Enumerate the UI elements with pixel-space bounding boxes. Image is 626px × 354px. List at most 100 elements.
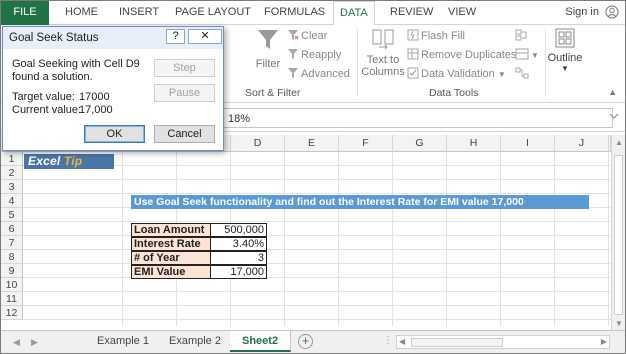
- step-button[interactable]: Step: [154, 59, 215, 77]
- cancel-button[interactable]: Cancel: [154, 125, 215, 143]
- horizontal-scroll-thumb[interactable]: [411, 338, 503, 347]
- scroll-left-icon[interactable]: ◀: [399, 337, 405, 346]
- advanced-button[interactable]: Advanced: [287, 67, 350, 80]
- remove-duplicates-icon: [407, 48, 419, 60]
- tab-file[interactable]: FILE: [1, 1, 49, 25]
- sort-filter-group-label: Sort & Filter: [245, 87, 301, 99]
- reapply-button[interactable]: Reapply: [287, 48, 341, 61]
- cell-label[interactable]: Interest Rate: [131, 237, 211, 251]
- outline-label: Outline: [547, 52, 583, 64]
- row-header-4[interactable]: 4: [1, 194, 23, 208]
- row-header-9[interactable]: 9: [1, 264, 23, 278]
- what-if-dropdown-icon: ▼: [531, 51, 539, 60]
- row-header-11[interactable]: 11: [1, 292, 23, 306]
- tab-formulas[interactable]: FORMULAS: [264, 6, 325, 18]
- horizontal-scrollbar[interactable]: ◀ ▶: [396, 335, 610, 349]
- row-header-8[interactable]: 8: [1, 250, 23, 264]
- tab-home[interactable]: HOME: [65, 6, 98, 18]
- consolidate-button[interactable]: [515, 29, 531, 42]
- flash-fill-label: Flash Fill: [421, 30, 466, 42]
- cell-value[interactable]: 500,000: [210, 223, 267, 237]
- outline-button[interactable]: Outline ▼: [547, 27, 583, 73]
- relationships-button[interactable]: [515, 67, 531, 80]
- data-validation-button[interactable]: Data Validation ▼: [407, 67, 506, 80]
- ok-button[interactable]: OK: [84, 125, 145, 143]
- current-value-label: Current value:: [12, 104, 82, 116]
- row-header-5[interactable]: 5: [1, 208, 23, 222]
- column-header-f[interactable]: F: [339, 135, 393, 152]
- row-header-1[interactable]: 1: [1, 152, 23, 166]
- cell-value[interactable]: 3.40%: [210, 237, 267, 251]
- vertical-scroll-thumb[interactable]: [614, 155, 623, 315]
- reapply-label: Reapply: [301, 49, 342, 61]
- scroll-up-icon[interactable]: ▲: [615, 138, 623, 147]
- tab-page-layout[interactable]: PAGE LAYOUT: [175, 6, 251, 18]
- data-validation-icon: [407, 67, 419, 79]
- clear-filter-icon: [288, 30, 299, 40]
- text-to-columns-button[interactable]: Text to Columns: [361, 27, 405, 78]
- tab-insert[interactable]: INSERT: [119, 6, 159, 18]
- consolidate-icon: [515, 29, 527, 41]
- vertical-scrollbar[interactable]: ▲ ▼: [611, 135, 625, 331]
- scroll-right-icon[interactable]: ▶: [601, 337, 607, 346]
- row-header-2[interactable]: 2: [1, 166, 23, 180]
- cell-label[interactable]: EMI Value: [131, 265, 211, 279]
- column-header-j[interactable]: J: [555, 135, 609, 152]
- tab-split-handle-icon[interactable]: ⋮: [383, 335, 393, 346]
- column-header-d[interactable]: D: [231, 135, 285, 152]
- cell-label[interactable]: Loan Amount: [131, 223, 211, 237]
- cell-value[interactable]: 3: [210, 251, 267, 265]
- column-header-h[interactable]: H: [447, 135, 501, 152]
- filter-button[interactable]: Filter: [253, 27, 283, 70]
- tab-data[interactable]: DATA: [333, 1, 375, 26]
- column-header-e[interactable]: E: [285, 135, 339, 152]
- gridline-horizontal: [23, 319, 611, 320]
- formula-input[interactable]: [223, 108, 613, 128]
- cell-value[interactable]: 17,000: [210, 265, 267, 279]
- help-icon[interactable]: ?: [166, 29, 185, 44]
- row-header-7[interactable]: 7: [1, 236, 23, 250]
- next-sheet-icon[interactable]: ▶: [31, 337, 38, 348]
- data-tools-group-label: Data Tools: [429, 87, 479, 99]
- row-header-3[interactable]: 3: [1, 180, 23, 194]
- formula-value: 18%: [228, 113, 251, 125]
- scroll-down-icon[interactable]: ▼: [615, 319, 623, 328]
- sheet-tab-example-1[interactable]: Example 1: [85, 331, 162, 352]
- row-header-6[interactable]: 6: [1, 222, 23, 236]
- gridline-horizontal: [23, 291, 611, 292]
- user-icon[interactable]: [605, 5, 619, 19]
- what-if-analysis-button[interactable]: ▼: [515, 48, 539, 61]
- gridline-horizontal: [23, 179, 611, 180]
- expand-formula-bar-icon[interactable]: [609, 112, 619, 120]
- remove-duplicates-button[interactable]: Remove Duplicates: [407, 48, 516, 61]
- tab-review[interactable]: REVIEW: [390, 6, 433, 18]
- tab-view[interactable]: VIEW: [448, 6, 476, 18]
- column-header-g[interactable]: G: [393, 135, 447, 152]
- column-header-i[interactable]: I: [501, 135, 555, 152]
- outline-icon: [555, 28, 575, 48]
- row-header-12[interactable]: 12: [1, 306, 23, 320]
- row-header-10[interactable]: 10: [1, 278, 23, 292]
- sign-in-link[interactable]: Sign in: [565, 6, 599, 18]
- target-value-label: Target value:: [12, 91, 75, 103]
- gridline-horizontal: [23, 277, 611, 278]
- sheet-tab-example-2[interactable]: Example 2: [157, 331, 234, 352]
- ribbon-tab-bar: FILE HOME INSERT PAGE LAYOUT FORMULAS DA…: [1, 1, 625, 26]
- prev-sheet-icon[interactable]: ◀: [13, 337, 20, 348]
- pause-button[interactable]: Pause: [154, 84, 215, 102]
- instruction-banner: Use Goal Seek functionality and find out…: [131, 195, 589, 209]
- text-to-columns-label-2: Columns: [361, 66, 405, 78]
- ribbon-separator: [545, 29, 546, 97]
- reapply-icon: [288, 49, 298, 59]
- flash-fill-button[interactable]: Flash Fill: [407, 29, 465, 42]
- sheet-tabs-bar: ◀ ▶ Example 1 Example 2 Sheet2 + ⋮ ◀ ▶: [1, 330, 625, 353]
- collapse-ribbon-icon[interactable]: ▲: [608, 87, 617, 97]
- goal-seek-message-line2: found a solution.: [12, 71, 93, 83]
- data-validation-dropdown-icon: ▼: [497, 70, 506, 79]
- add-sheet-icon[interactable]: +: [298, 334, 313, 349]
- cell-label[interactable]: # of Year: [131, 251, 211, 265]
- dialog-title-bar: Goal Seek Status ? ✕: [3, 27, 223, 49]
- close-icon[interactable]: ✕: [188, 29, 222, 44]
- clear-button[interactable]: Clear: [287, 29, 327, 42]
- sheet-tab-sheet2[interactable]: Sheet2: [230, 331, 292, 352]
